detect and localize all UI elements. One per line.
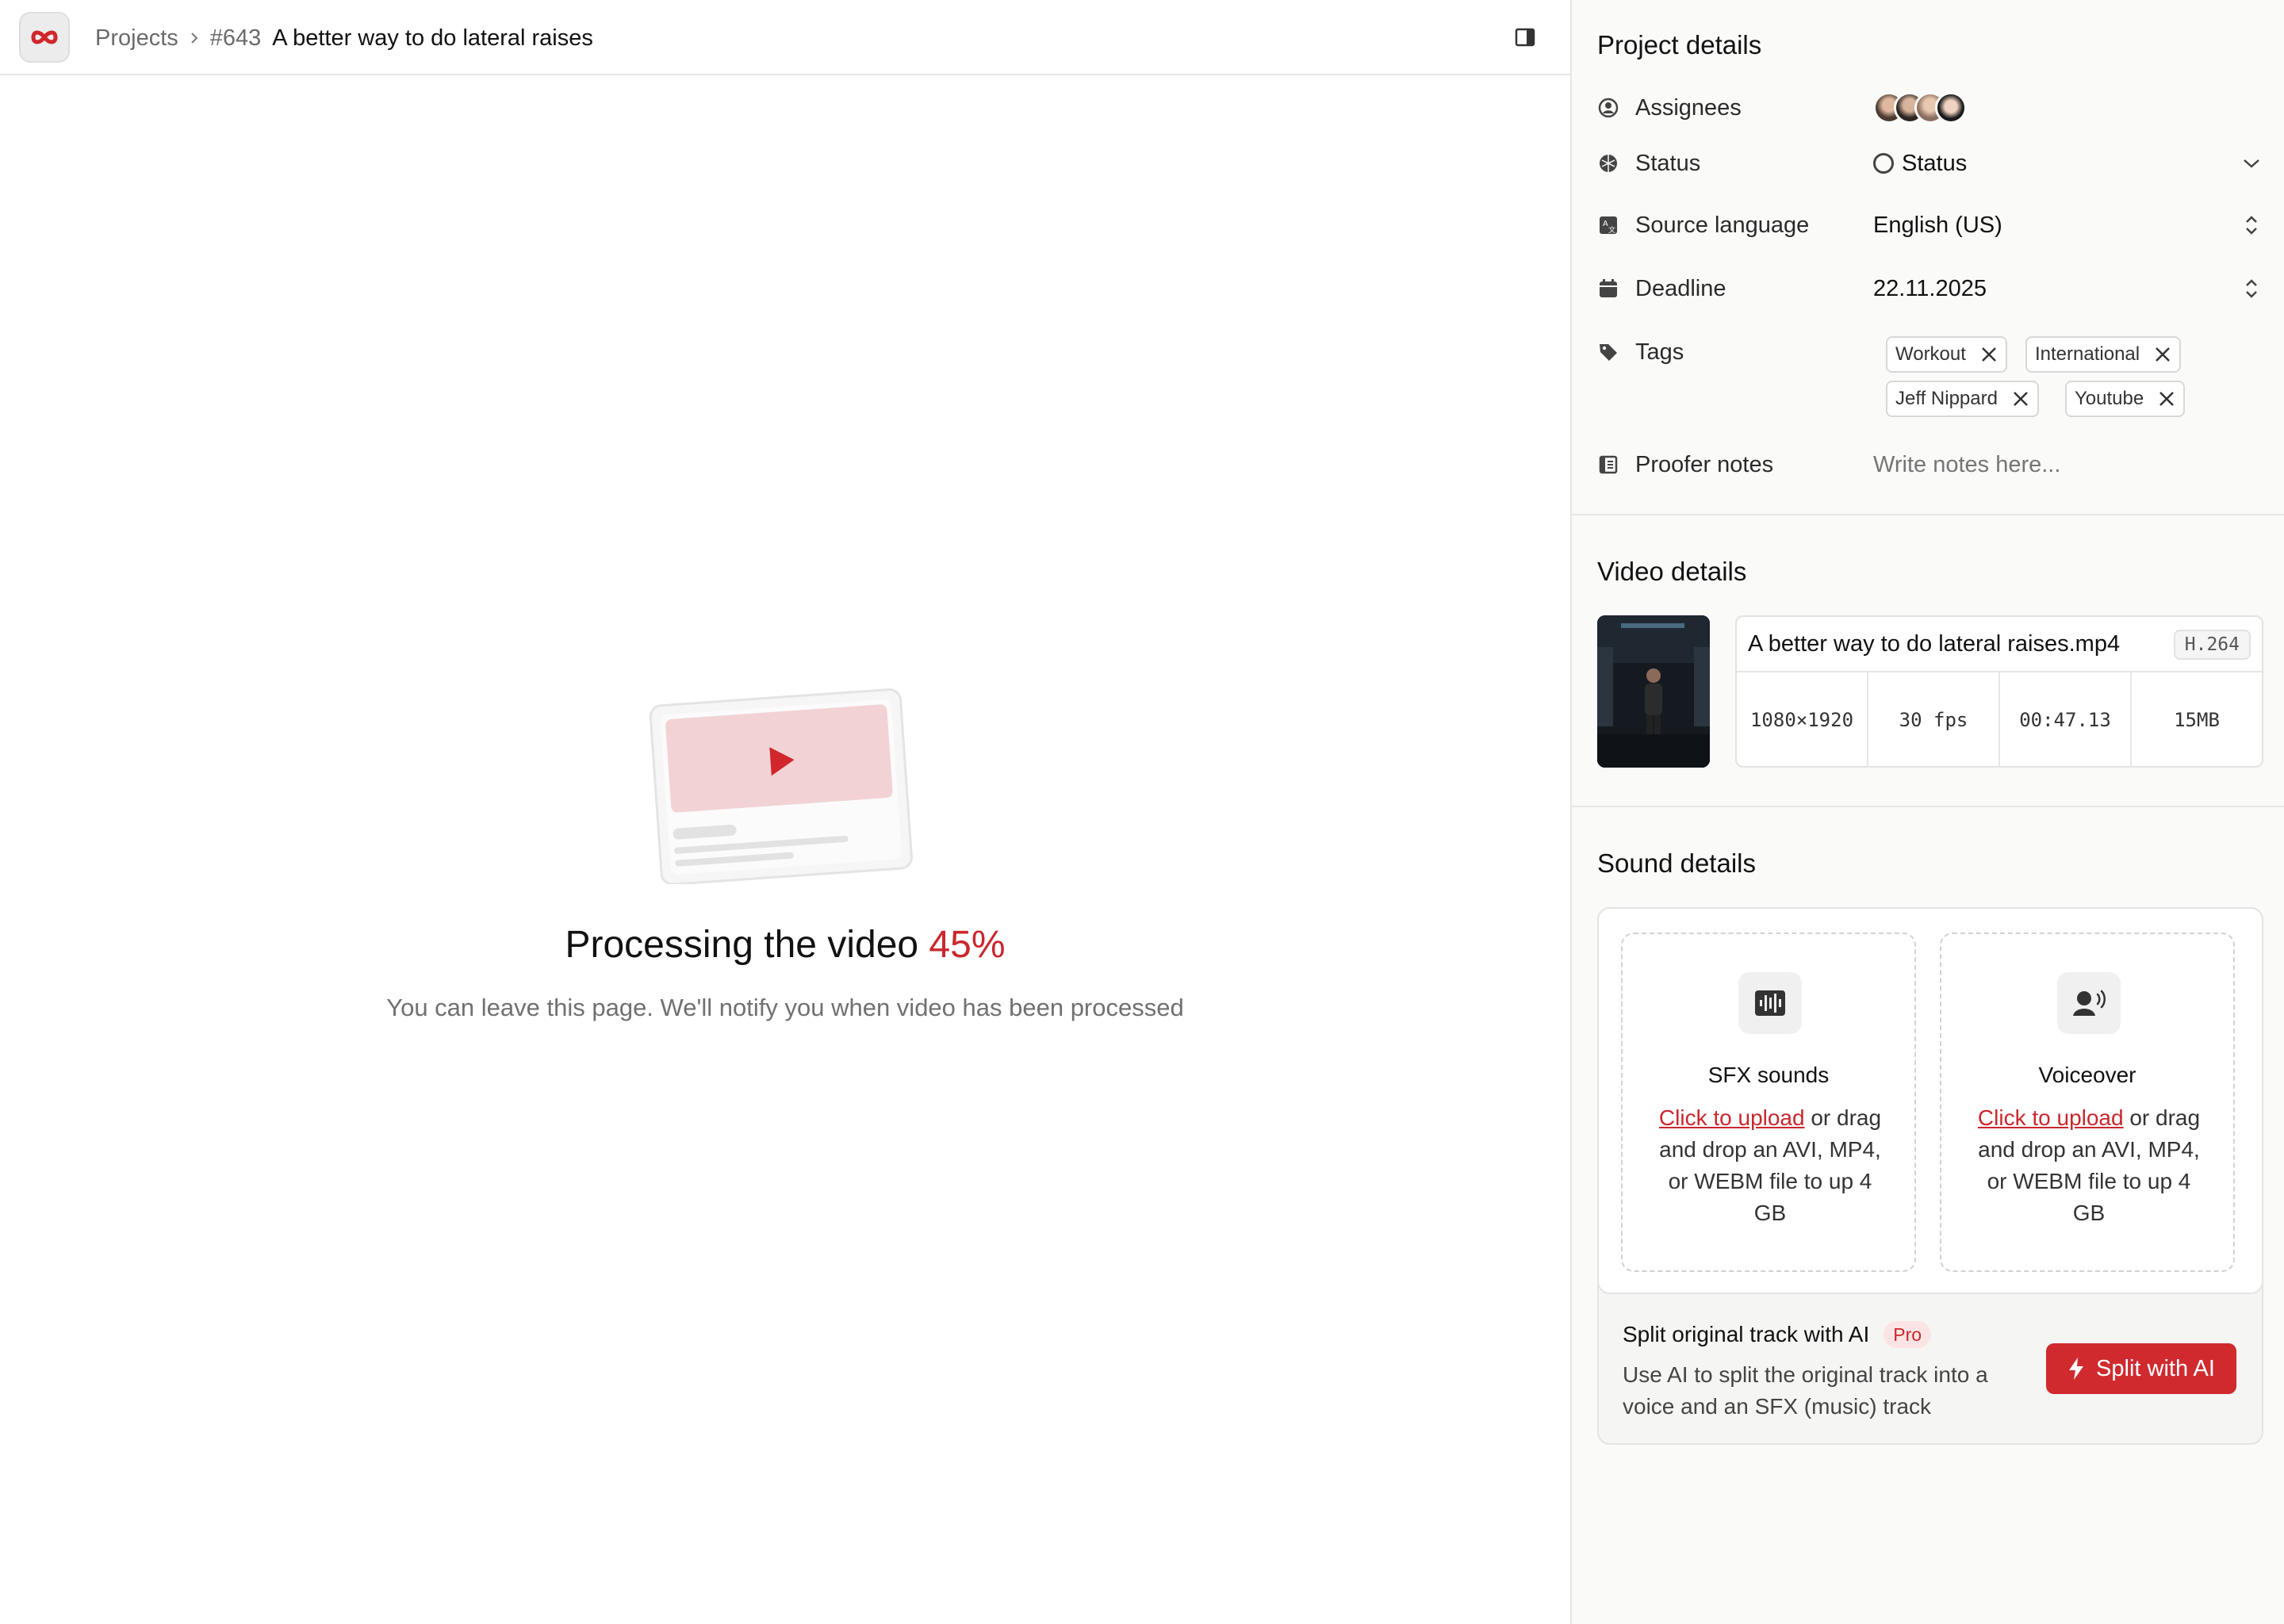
video-stats: 1080×1920 30 fps 00:47.13 15MB [1737, 671, 2262, 768]
lightning-icon [2067, 1357, 2085, 1381]
sidebar-toggle-icon[interactable] [1513, 25, 1537, 49]
deadline-row: Deadline 22.11.2025 [1597, 270, 2263, 308]
chevron-up-down-icon[interactable] [2240, 277, 2263, 301]
proofer-notes-input[interactable] [1873, 451, 2254, 478]
top-bar: Projects #643 A better way to do lateral… [0, 0, 1570, 75]
details-sidebar: Project details Assignees Status Status … [1570, 0, 2284, 1624]
video-duration: 00:47.13 [2000, 672, 2132, 768]
voice-speaking-icon [2057, 972, 2121, 1034]
section-divider [1572, 514, 2284, 515]
tag-chip: Jeff Nippard [1886, 381, 2039, 417]
source-language-select[interactable]: English (US) [1873, 213, 2002, 239]
video-size: 15MB [2174, 709, 2220, 731]
audio-waveform-icon [1738, 972, 1802, 1034]
video-details-title: Video details [1597, 557, 1747, 586]
assignees-label: Assignees [1635, 94, 1742, 121]
chevron-right-icon [178, 31, 210, 45]
voiceover-upload-link[interactable]: Click to upload [1978, 1105, 2124, 1130]
tag-chip: Youtube [2065, 381, 2186, 417]
breadcrumb-project-id: #643 [209, 25, 262, 51]
status-select[interactable]: Status [1873, 151, 1967, 177]
proofer-notes-row: Proofer notes [1597, 446, 2263, 484]
source-language-label: Source language [1635, 212, 1810, 238]
video-fps: 30 fps [1868, 672, 2000, 768]
tag-label: Jeff Nippard [1895, 388, 1998, 409]
split-with-ai-label: Split with AI [2096, 1355, 2215, 1381]
tag-label: Youtube [2075, 388, 2144, 409]
breadcrumb: Projects #643 A better way to do lateral… [95, 22, 593, 54]
section-divider [1572, 806, 2284, 807]
voiceover-upload-zone[interactable]: Voiceover Click to upload or drag and dr… [1940, 933, 2235, 1272]
tag-chip: Workout [1886, 336, 2007, 373]
close-icon[interactable] [2012, 390, 2029, 408]
tag-label: International [2035, 343, 2140, 365]
close-icon[interactable] [2154, 346, 2171, 363]
processing-subtitle: You can leave this page. We'll notify yo… [386, 994, 1184, 1021]
split-track-title-text: Split original track with AI [1623, 1322, 1870, 1346]
sfx-upload-link[interactable]: Click to upload [1659, 1105, 1805, 1130]
tag-label: Workout [1895, 343, 1966, 365]
assignee-avatars[interactable] [1873, 92, 1967, 124]
sfx-upload-title: SFX sounds [1707, 1063, 1830, 1087]
breadcrumb-project-title: A better way to do lateral raises [272, 25, 593, 51]
processing-title: Processing the video 45% [0, 923, 1570, 967]
notes-icon [1597, 454, 1619, 476]
close-icon[interactable] [2158, 390, 2175, 408]
upload-zones: SFX sounds Click to upload or drag and d… [1597, 907, 2263, 1294]
video-resolution: 1080×1920 [1737, 672, 1868, 768]
deadline-label: Deadline [1635, 275, 1726, 301]
video-info-card: A better way to do lateral raises.mp4 H.… [1735, 615, 2263, 768]
translate-icon: A文 [1597, 214, 1619, 236]
tag-icon [1597, 341, 1619, 363]
video-thumbnail[interactable] [1597, 615, 1710, 768]
status-value: Status [1902, 150, 1968, 176]
svg-text:文: 文 [1608, 225, 1615, 235]
status-icon [1597, 152, 1619, 174]
tags-label: Tags [1635, 339, 1684, 365]
voiceover-upload-description: Click to upload or drag and drop an AVI,… [1973, 1102, 2205, 1229]
split-track-description: Use AI to split the original track into … [1623, 1362, 1988, 1419]
processing-title-text: Processing the video [565, 924, 919, 966]
status-row: Status Status [1597, 144, 2263, 182]
voiceover-upload-title: Voiceover [2038, 1063, 2136, 1087]
source-language-row: A文 Source language English (US) [1597, 206, 2263, 244]
deadline-picker[interactable]: 22.11.2025 [1873, 276, 1987, 302]
svg-text:A: A [1603, 220, 1608, 228]
sfx-upload-zone[interactable]: SFX sounds Click to upload or drag and d… [1621, 933, 1916, 1272]
sound-details-card: SFX sounds Click to upload or drag and d… [1597, 907, 2263, 1445]
main-pane: Projects #643 A better way to do lateral… [0, 0, 1570, 1624]
chevron-down-icon[interactable] [2240, 151, 2263, 175]
assignees-row: Assignees [1597, 89, 2263, 127]
split-with-ai-button[interactable]: Split with AI [2046, 1343, 2236, 1394]
avatar[interactable] [1935, 92, 1967, 124]
sfx-upload-description: Click to upload or drag and drop an AVI,… [1654, 1102, 1886, 1229]
proofer-notes-label: Proofer notes [1635, 451, 1774, 477]
logo-icon[interactable] [19, 12, 70, 63]
video-file-name: A better way to do lateral raises.mp4 [1748, 631, 2121, 657]
close-icon[interactable] [1980, 346, 1998, 363]
breadcrumb-projects-link[interactable]: Projects [95, 25, 178, 52]
sound-details-title: Sound details [1597, 848, 1756, 878]
status-label: Status [1635, 150, 1701, 176]
video-processing-illustration [642, 670, 928, 886]
chevron-up-down-icon[interactable] [2240, 213, 2263, 237]
pro-badge: Pro [1884, 1321, 1932, 1348]
split-track-title: Split original track with AI Pro [1623, 1321, 1932, 1348]
tag-chip: International [2025, 336, 2182, 373]
processing-percent: 45% [929, 924, 1006, 966]
user-circle-icon [1597, 97, 1619, 119]
codec-badge: H.264 [2173, 630, 2251, 660]
status-circle-icon [1873, 153, 1894, 174]
calendar-icon [1597, 278, 1619, 300]
project-details-title: Project details [1597, 30, 1762, 59]
